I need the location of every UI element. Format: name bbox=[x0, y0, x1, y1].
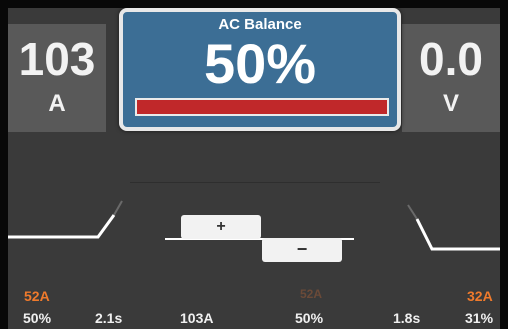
start-current-label: 52A bbox=[24, 288, 50, 304]
current-panel[interactable]: 103 A bbox=[8, 24, 106, 132]
decrease-button[interactable]: − bbox=[262, 238, 342, 262]
current-unit: A bbox=[48, 90, 66, 117]
param-value-5[interactable]: 1.8s bbox=[393, 310, 420, 326]
param-value-4[interactable]: 50% bbox=[295, 310, 323, 326]
welder-display: 103 A 0.0 V + − 52A 52A 32A 50% 2.1s 103… bbox=[8, 8, 500, 329]
waveform-left-ramp-faded bbox=[113, 200, 123, 216]
balance-bar[interactable] bbox=[135, 98, 389, 116]
waveform-left-ramp bbox=[8, 214, 116, 239]
current-value: 103 bbox=[18, 33, 96, 85]
increase-button[interactable]: + bbox=[181, 215, 261, 239]
peak-current-label-faded: 52A bbox=[300, 287, 323, 301]
balance-bar-fill bbox=[137, 100, 387, 114]
voltage-panel[interactable]: 0.0 V bbox=[402, 24, 500, 132]
popup-value: 50% bbox=[203, 32, 317, 95]
waveform-right-ramp-faded bbox=[407, 204, 418, 220]
ac-balance-popup[interactable]: AC Balance 50% bbox=[119, 8, 401, 131]
end-current-label: 32A bbox=[467, 288, 493, 304]
voltage-value: 0.0 bbox=[419, 33, 483, 85]
voltage-unit: V bbox=[442, 90, 459, 117]
divider-line bbox=[130, 182, 380, 183]
param-value-3[interactable]: 103A bbox=[180, 310, 213, 326]
param-value-6[interactable]: 31% bbox=[465, 310, 493, 326]
param-value-1[interactable]: 50% bbox=[23, 310, 51, 326]
waveform-right-ramp bbox=[415, 218, 500, 251]
param-value-2[interactable]: 2.1s bbox=[95, 310, 122, 326]
